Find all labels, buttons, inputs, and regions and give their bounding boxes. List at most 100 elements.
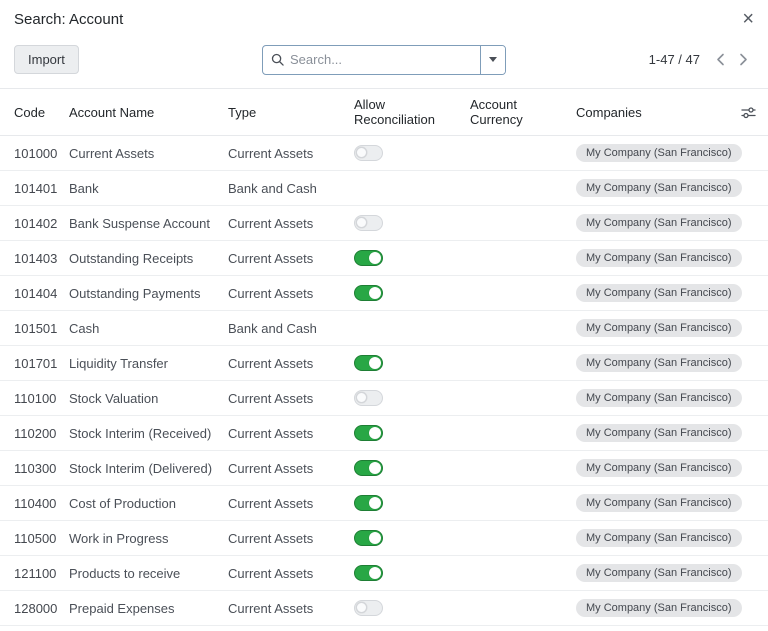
table-row[interactable]: 110300 Stock Interim (Delivered) Current… <box>0 450 768 486</box>
toggle-knob <box>369 567 381 580</box>
account-name: Stock Interim (Received) <box>69 415 228 451</box>
table-row[interactable]: 110200 Stock Interim (Received) Current … <box>0 415 768 451</box>
company-badge: My Company (San Francisco) <box>576 249 742 267</box>
account-name: Cash <box>69 310 228 346</box>
account-currency <box>470 590 576 626</box>
column-header-account-name[interactable]: Account Name <box>69 88 228 136</box>
chevron-left-icon <box>717 53 724 66</box>
account-code: 110300 <box>0 450 69 486</box>
pager-next-button[interactable] <box>733 49 754 70</box>
account-currency <box>470 485 576 521</box>
account-name: Outstanding Receipts <box>69 240 228 276</box>
column-header-code[interactable]: Code <box>0 88 69 136</box>
company-badge: My Company (San Francisco) <box>576 284 742 302</box>
account-type: Current Assets <box>228 135 354 171</box>
toolbar: Import 1-47 / 47 <box>0 35 768 88</box>
column-header-companies[interactable]: Companies <box>576 88 732 136</box>
company-badge: My Company (San Francisco) <box>576 144 742 162</box>
account-name: Outstanding Payments <box>69 275 228 311</box>
search-icon <box>271 53 284 66</box>
account-name: Liquidity Transfer <box>69 345 228 381</box>
allow-reconciliation-toggle[interactable] <box>354 425 383 442</box>
table-row[interactable]: 110500 Work in Progress Current Assets M… <box>0 520 768 556</box>
table-row[interactable]: 101701 Liquidity Transfer Current Assets… <box>0 345 768 381</box>
allow-reconciliation-toggle[interactable] <box>354 355 383 372</box>
table-row[interactable]: 101402 Bank Suspense Account Current Ass… <box>0 205 768 241</box>
allow-reconciliation-toggle[interactable] <box>354 600 383 617</box>
account-type: Current Assets <box>228 625 354 631</box>
account-currency <box>470 205 576 241</box>
search-input[interactable] <box>290 52 472 67</box>
close-icon[interactable]: × <box>742 9 754 29</box>
toggle-knob <box>369 357 381 370</box>
account-currency <box>470 345 576 381</box>
dialog-title: Search: Account <box>14 10 124 28</box>
search-bar <box>262 44 506 75</box>
column-header-allow-reconciliation[interactable]: Allow Reconciliation <box>354 88 470 136</box>
account-code: 101000 <box>0 135 69 171</box>
company-badge: My Company (San Francisco) <box>576 564 742 582</box>
column-header-type[interactable]: Type <box>228 88 354 136</box>
account-code: 101501 <box>0 310 69 346</box>
toggle-knob <box>356 217 367 229</box>
import-button[interactable]: Import <box>14 45 79 74</box>
table-row[interactable]: 110400 Cost of Production Current Assets… <box>0 485 768 521</box>
company-badge: My Company (San Francisco) <box>576 354 742 372</box>
allow-reconciliation-toggle[interactable] <box>354 250 383 267</box>
table-row[interactable]: 101404 Outstanding Payments Current Asse… <box>0 275 768 311</box>
pager: 1-47 / 47 <box>649 49 754 70</box>
search-dropdown-toggle[interactable] <box>480 45 505 74</box>
pager-previous-button[interactable] <box>710 49 731 70</box>
row-spacer <box>732 625 768 631</box>
company-badge: My Company (San Francisco) <box>576 494 742 512</box>
allow-reconciliation-toggle[interactable] <box>354 215 383 232</box>
company-badge: My Company (San Francisco) <box>576 529 742 547</box>
optional-columns-header[interactable] <box>732 88 768 136</box>
account-currency <box>470 170 576 206</box>
toggle-knob <box>356 602 367 614</box>
column-header-account-currency[interactable]: Account Currency <box>470 88 576 136</box>
allow-reconciliation-toggle[interactable] <box>354 145 383 162</box>
account-name: Tax Paid <box>69 625 228 631</box>
allow-reconciliation-toggle[interactable] <box>354 495 383 512</box>
account-code: 110500 <box>0 520 69 556</box>
allow-reconciliation-toggle[interactable] <box>354 530 383 547</box>
account-type: Bank and Cash <box>228 170 354 206</box>
account-code: 131000 <box>0 625 69 631</box>
table-row[interactable]: 121100 Products to receive Current Asset… <box>0 555 768 591</box>
toggle-knob <box>356 392 367 404</box>
table-row[interactable]: 110100 Stock Valuation Current Assets My… <box>0 380 768 416</box>
company-badge: My Company (San Francisco) <box>576 179 742 197</box>
table-row[interactable]: 101501 Cash Bank and Cash My Company (Sa… <box>0 310 768 346</box>
search-main <box>263 46 480 74</box>
allow-reconciliation-toggle[interactable] <box>354 565 383 582</box>
account-code: 121100 <box>0 555 69 591</box>
account-code: 101401 <box>0 170 69 206</box>
account-currency <box>470 310 576 346</box>
company-badge: My Company (San Francisco) <box>576 424 742 442</box>
account-type: Bank and Cash <box>228 310 354 346</box>
toggle-knob <box>369 287 381 300</box>
account-type: Current Assets <box>228 345 354 381</box>
table-row[interactable]: 131000 Tax Paid Current Assets My Compan… <box>0 625 768 631</box>
account-currency <box>470 135 576 171</box>
account-name: Products to receive <box>69 555 228 591</box>
allow-reconciliation-toggle[interactable] <box>354 285 383 302</box>
table-row[interactable]: 101403 Outstanding Receipts Current Asse… <box>0 240 768 276</box>
account-name: Prepaid Expenses <box>69 590 228 626</box>
account-name: Cost of Production <box>69 485 228 521</box>
account-currency <box>470 415 576 451</box>
account-code: 110100 <box>0 380 69 416</box>
account-name: Bank Suspense Account <box>69 205 228 241</box>
company-badge: My Company (San Francisco) <box>576 599 742 617</box>
allow-reconciliation-toggle[interactable] <box>354 390 383 407</box>
allow-reconciliation-toggle[interactable] <box>354 460 383 477</box>
account-type: Current Assets <box>228 450 354 486</box>
table-row[interactable]: 128000 Prepaid Expenses Current Assets M… <box>0 590 768 626</box>
accounts-table: Code Account Name Type Allow Reconciliat… <box>0 88 768 631</box>
table-row[interactable]: 101401 Bank Bank and Cash My Company (Sa… <box>0 170 768 206</box>
pager-range: 1-47 / 47 <box>648 52 700 67</box>
table-row[interactable]: 101000 Current Assets Current Assets My … <box>0 135 768 171</box>
company-badge: My Company (San Francisco) <box>576 214 742 232</box>
account-code: 110200 <box>0 415 69 451</box>
